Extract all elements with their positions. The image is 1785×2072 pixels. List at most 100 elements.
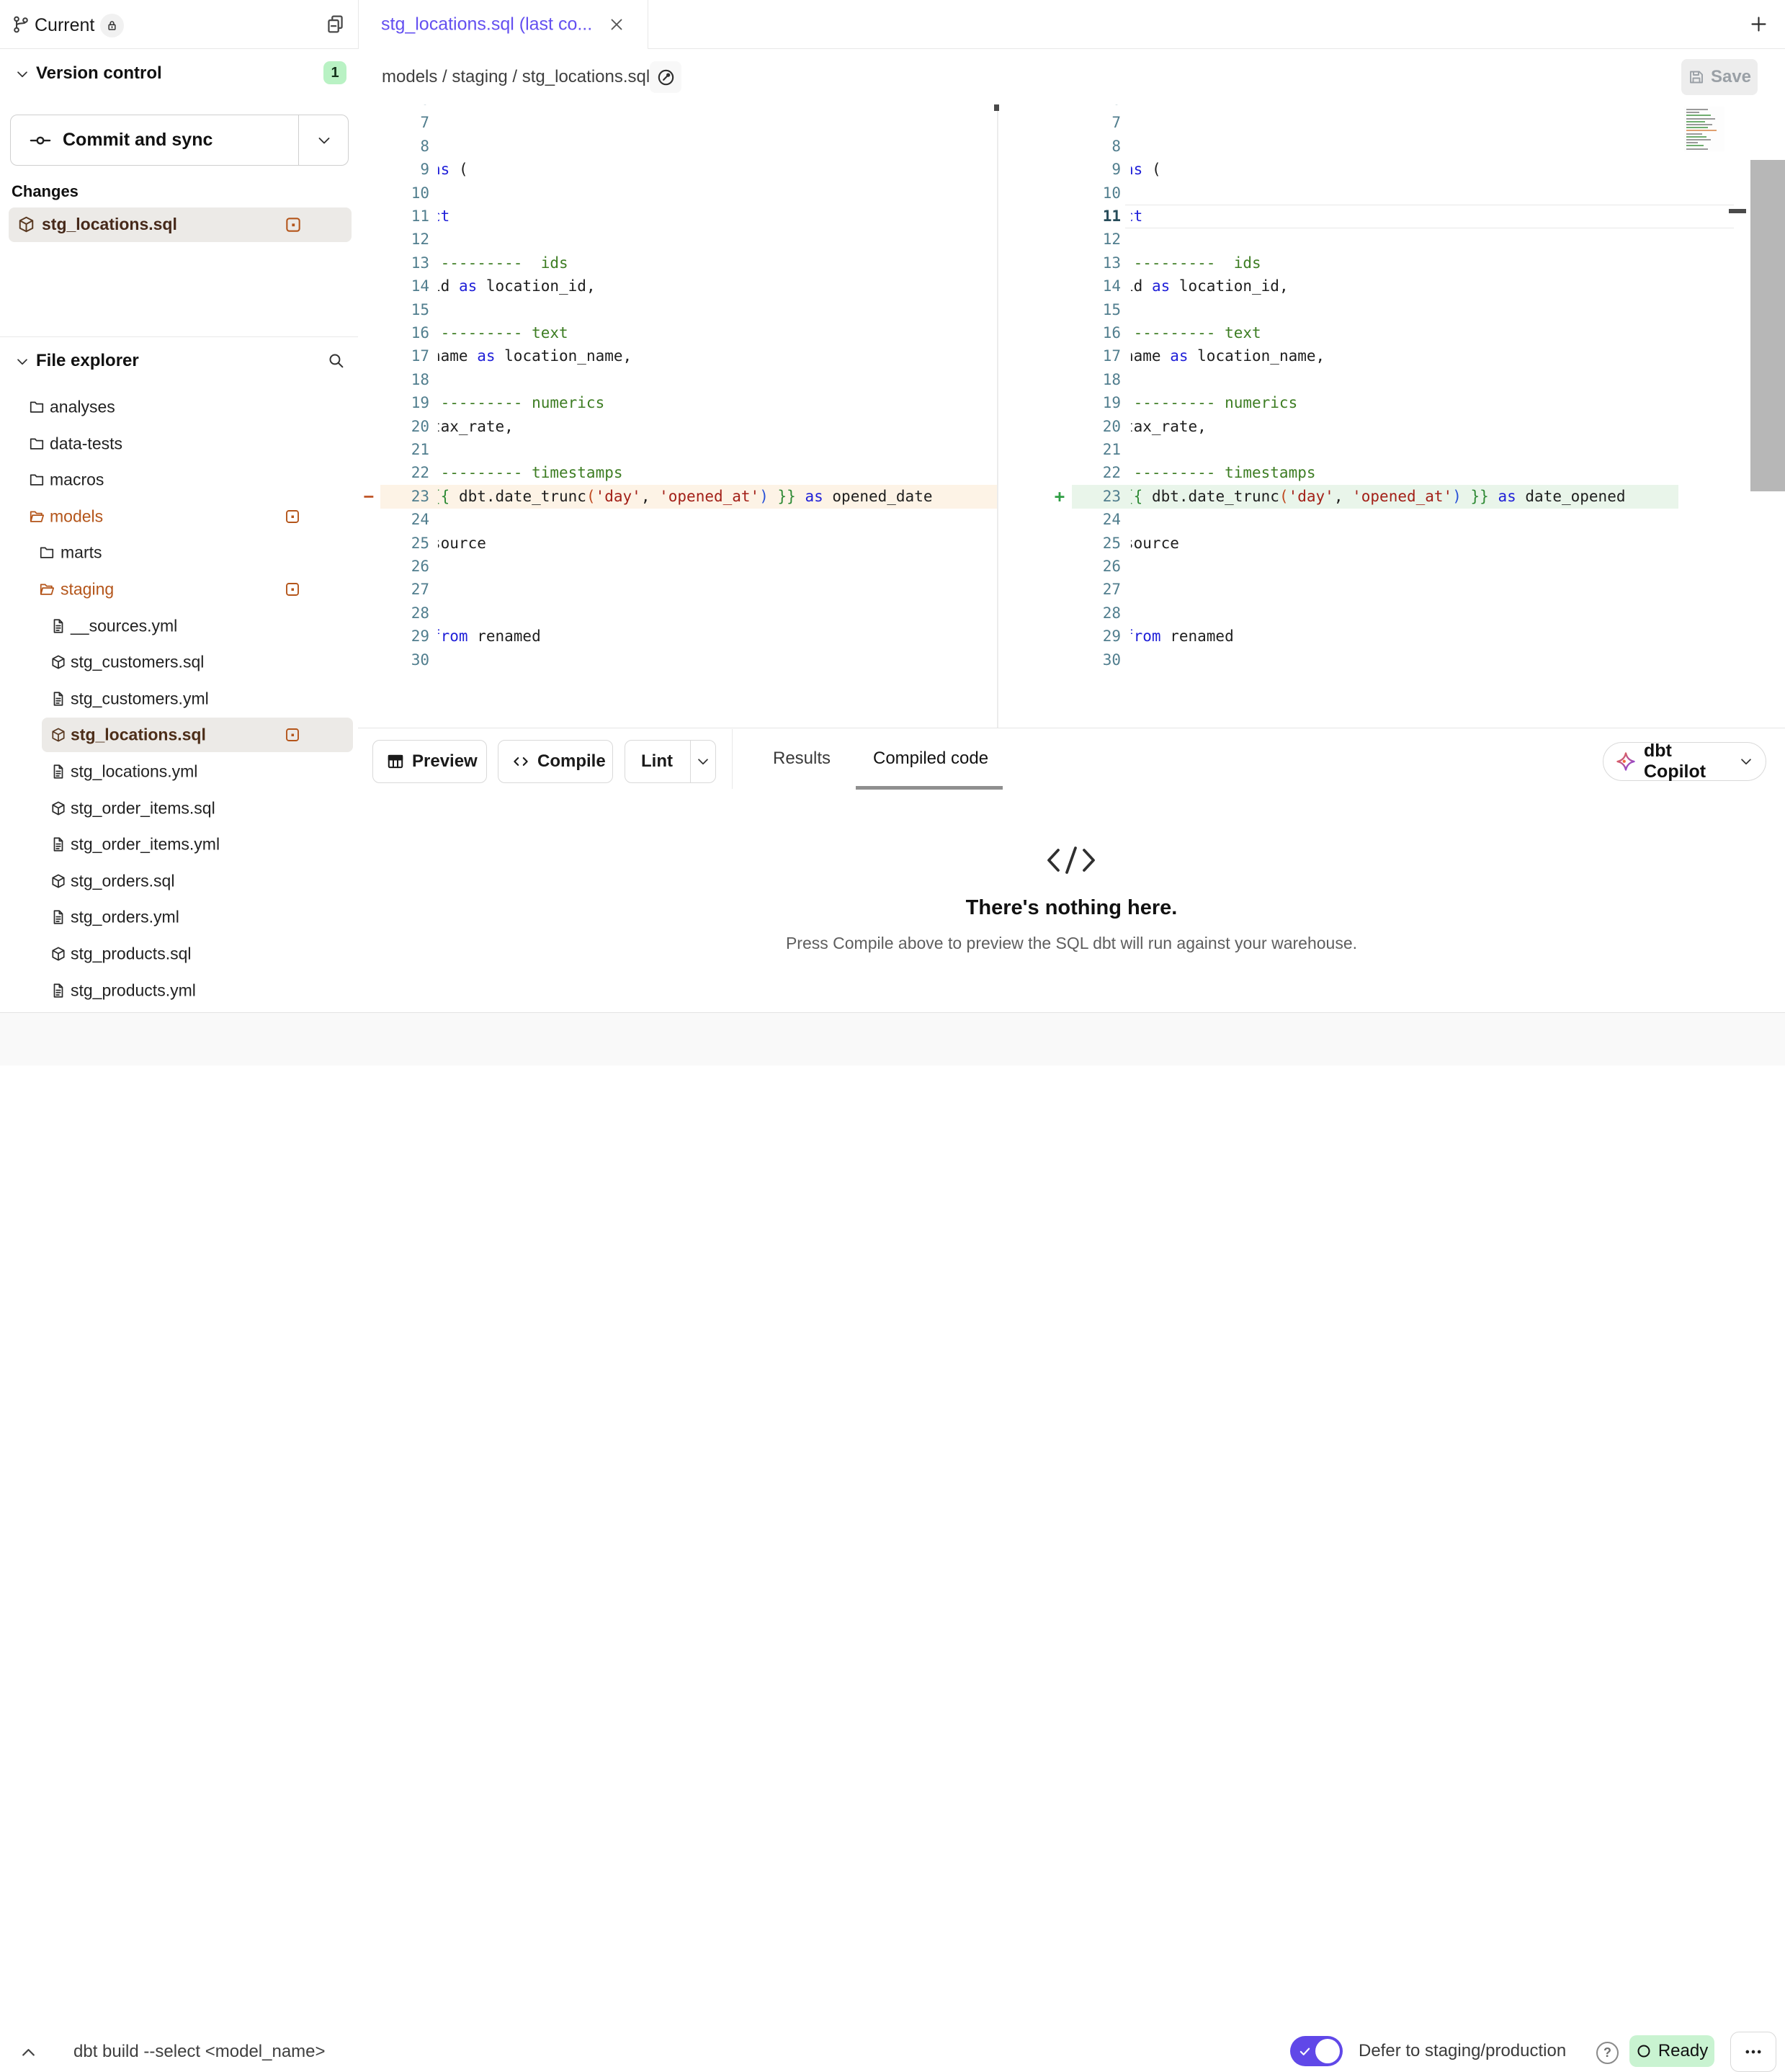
status-bar: dbt build --select <model_name> Defer to… bbox=[0, 1012, 1785, 1066]
doc-icon bbox=[50, 691, 66, 707]
folder-open-icon bbox=[39, 581, 55, 597]
file-row-stg_orders.yml[interactable]: stg_orders.yml bbox=[0, 900, 358, 934]
file-explorer-collapse-icon[interactable] bbox=[14, 354, 30, 370]
code-line-9: as ( bbox=[438, 158, 468, 182]
chevron-down-icon bbox=[1738, 754, 1754, 769]
model-cube-icon bbox=[50, 654, 66, 670]
expand-command-bar-icon[interactable] bbox=[19, 2042, 38, 2062]
code-line-19: ---------- numerics bbox=[438, 391, 604, 415]
commit-and-sync-button[interactable]: Commit and sync bbox=[11, 115, 298, 165]
editor-scrollbar[interactable] bbox=[1750, 160, 1785, 491]
file-row-data-tests[interactable]: data-tests bbox=[0, 427, 358, 461]
compile-button[interactable]: Compile bbox=[498, 740, 613, 783]
code-line-25: source bbox=[1131, 532, 1179, 555]
file-row-stg_order_items.sql[interactable]: stg_order_items.sql bbox=[0, 791, 358, 826]
file-row-analyses[interactable]: analyses bbox=[0, 390, 358, 424]
tab-stg-locations[interactable]: stg_locations.sql (last co... bbox=[358, 0, 648, 49]
file-name: stg_products.yml bbox=[71, 981, 196, 1000]
chevron-down-icon bbox=[316, 132, 333, 149]
code-line-13: ---------- ids bbox=[438, 251, 568, 275]
left-code-pane[interactable]: as (ct---------- idsid as location_id,--… bbox=[438, 104, 996, 728]
status-ready-badge[interactable]: Ready bbox=[1629, 2035, 1714, 2067]
git-commit-icon bbox=[30, 130, 51, 151]
file-row-stg_customers.yml[interactable]: stg_customers.yml bbox=[0, 682, 358, 716]
version-control-collapse-icon[interactable] bbox=[14, 66, 30, 82]
minimap[interactable] bbox=[1684, 107, 1724, 151]
file-name: stg_locations.sql bbox=[71, 725, 206, 745]
duplicate-file-icon[interactable] bbox=[325, 14, 346, 35]
version-control-title[interactable]: Version control bbox=[36, 63, 162, 84]
new-tab-icon[interactable] bbox=[1749, 14, 1768, 34]
file-row-stg_order_items.yml[interactable]: stg_order_items.yml bbox=[0, 827, 358, 862]
doc-icon bbox=[50, 983, 66, 999]
file-row-models[interactable]: models bbox=[0, 499, 358, 534]
doc-icon bbox=[50, 909, 66, 925]
preview-button[interactable]: Preview bbox=[372, 740, 487, 783]
tab-results[interactable]: Results bbox=[773, 728, 831, 789]
file-row-stg_products.yml[interactable]: stg_products.yml bbox=[0, 973, 358, 1008]
defer-toggle[interactable] bbox=[1290, 2036, 1343, 2066]
code-line-13: ---------- ids bbox=[1131, 251, 1261, 275]
dbt-copilot-sparkle-icon bbox=[1615, 751, 1637, 772]
scrollbar-sash-handle[interactable] bbox=[1729, 209, 1746, 213]
right-code-pane[interactable]: as (ct---------- idsid as location_id,--… bbox=[1131, 104, 1677, 728]
file-name: stg_order_items.sql bbox=[71, 798, 215, 818]
status-circle-icon bbox=[1636, 2043, 1652, 2059]
toolbar-divider bbox=[732, 729, 733, 789]
toggle-knob bbox=[1315, 2039, 1340, 2063]
model-cube-icon bbox=[17, 215, 35, 233]
file-row-marts[interactable]: marts bbox=[0, 535, 358, 570]
lineage-compass-button[interactable] bbox=[650, 61, 681, 93]
dbt-copilot-label: dbt Copilot bbox=[1644, 741, 1731, 782]
help-icon[interactable]: ? bbox=[1596, 2042, 1619, 2064]
folder-open-icon bbox=[29, 509, 45, 524]
file-name: __sources.yml bbox=[71, 616, 177, 635]
save-icon bbox=[1688, 68, 1705, 86]
dbt-copilot-button[interactable]: dbt Copilot bbox=[1603, 742, 1766, 781]
lock-icon bbox=[105, 19, 119, 32]
empty-state-subtitle: Press Compile above to preview the SQL d… bbox=[358, 934, 1785, 953]
code-icon bbox=[511, 752, 530, 771]
file-row-stg_orders.sql[interactable]: stg_orders.sql bbox=[0, 864, 358, 898]
more-options-button[interactable] bbox=[1730, 2032, 1776, 2072]
file-search-icon[interactable] bbox=[327, 352, 345, 370]
modified-file-icon bbox=[284, 726, 301, 743]
pane-divider[interactable] bbox=[997, 104, 998, 728]
changes-count-badge: 1 bbox=[323, 61, 346, 84]
compiled-code-empty-state: There's nothing here. Press Compile abov… bbox=[358, 790, 1785, 1012]
code-line-11: ct bbox=[1131, 205, 1142, 228]
save-label: Save bbox=[1711, 67, 1751, 87]
folder-icon bbox=[29, 472, 45, 488]
file-row-stg_locations.sql[interactable]: stg_locations.sql bbox=[0, 718, 358, 752]
changed-file-row[interactable]: stg_locations.sql bbox=[9, 207, 352, 242]
branch-readonly-badge bbox=[100, 14, 124, 37]
file-row-stg_products.sql[interactable]: stg_products.sql bbox=[0, 937, 358, 971]
doc-icon bbox=[50, 764, 66, 780]
folder-icon bbox=[39, 545, 55, 561]
code-line-20: tax_rate, bbox=[1131, 415, 1207, 439]
command-preview[interactable]: dbt build --select <model_name> bbox=[73, 2042, 326, 2062]
save-button[interactable]: Save bbox=[1681, 59, 1758, 95]
close-tab-icon[interactable] bbox=[608, 16, 625, 33]
file-row-stg_locations.yml[interactable]: stg_locations.yml bbox=[0, 754, 358, 789]
tab-title: stg_locations.sql (last co... bbox=[381, 14, 592, 35]
file-name: stg_customers.yml bbox=[71, 689, 209, 708]
file-row-staging[interactable]: staging bbox=[0, 572, 358, 607]
file-name: stg_customers.sql bbox=[71, 653, 204, 672]
diff-editor[interactable]: −678910111213141516171819202122232425262… bbox=[358, 104, 1785, 728]
folder-icon bbox=[29, 399, 45, 415]
commit-options-dropdown[interactable] bbox=[298, 115, 349, 165]
code-line-29: from renamed bbox=[1131, 625, 1234, 648]
model-cube-icon bbox=[50, 727, 66, 743]
tab-compiled-code[interactable]: Compiled code bbox=[873, 728, 988, 789]
branch-name[interactable]: Current bbox=[35, 15, 94, 36]
file-row-__sources.yml[interactable]: __sources.yml bbox=[0, 609, 358, 643]
file-row-stg_customers.sql[interactable]: stg_customers.sql bbox=[0, 645, 358, 679]
lint-dropdown[interactable] bbox=[690, 741, 715, 782]
file-explorer-title[interactable]: File explorer bbox=[36, 351, 139, 371]
lint-button[interactable]: Lint bbox=[625, 751, 673, 772]
results-tab-label: Results bbox=[773, 749, 831, 769]
compiled-code-tab-label: Compiled code bbox=[873, 749, 988, 769]
file-row-macros[interactable]: macros bbox=[0, 463, 358, 497]
code-line-22: ---------- timestamps bbox=[1131, 461, 1316, 485]
